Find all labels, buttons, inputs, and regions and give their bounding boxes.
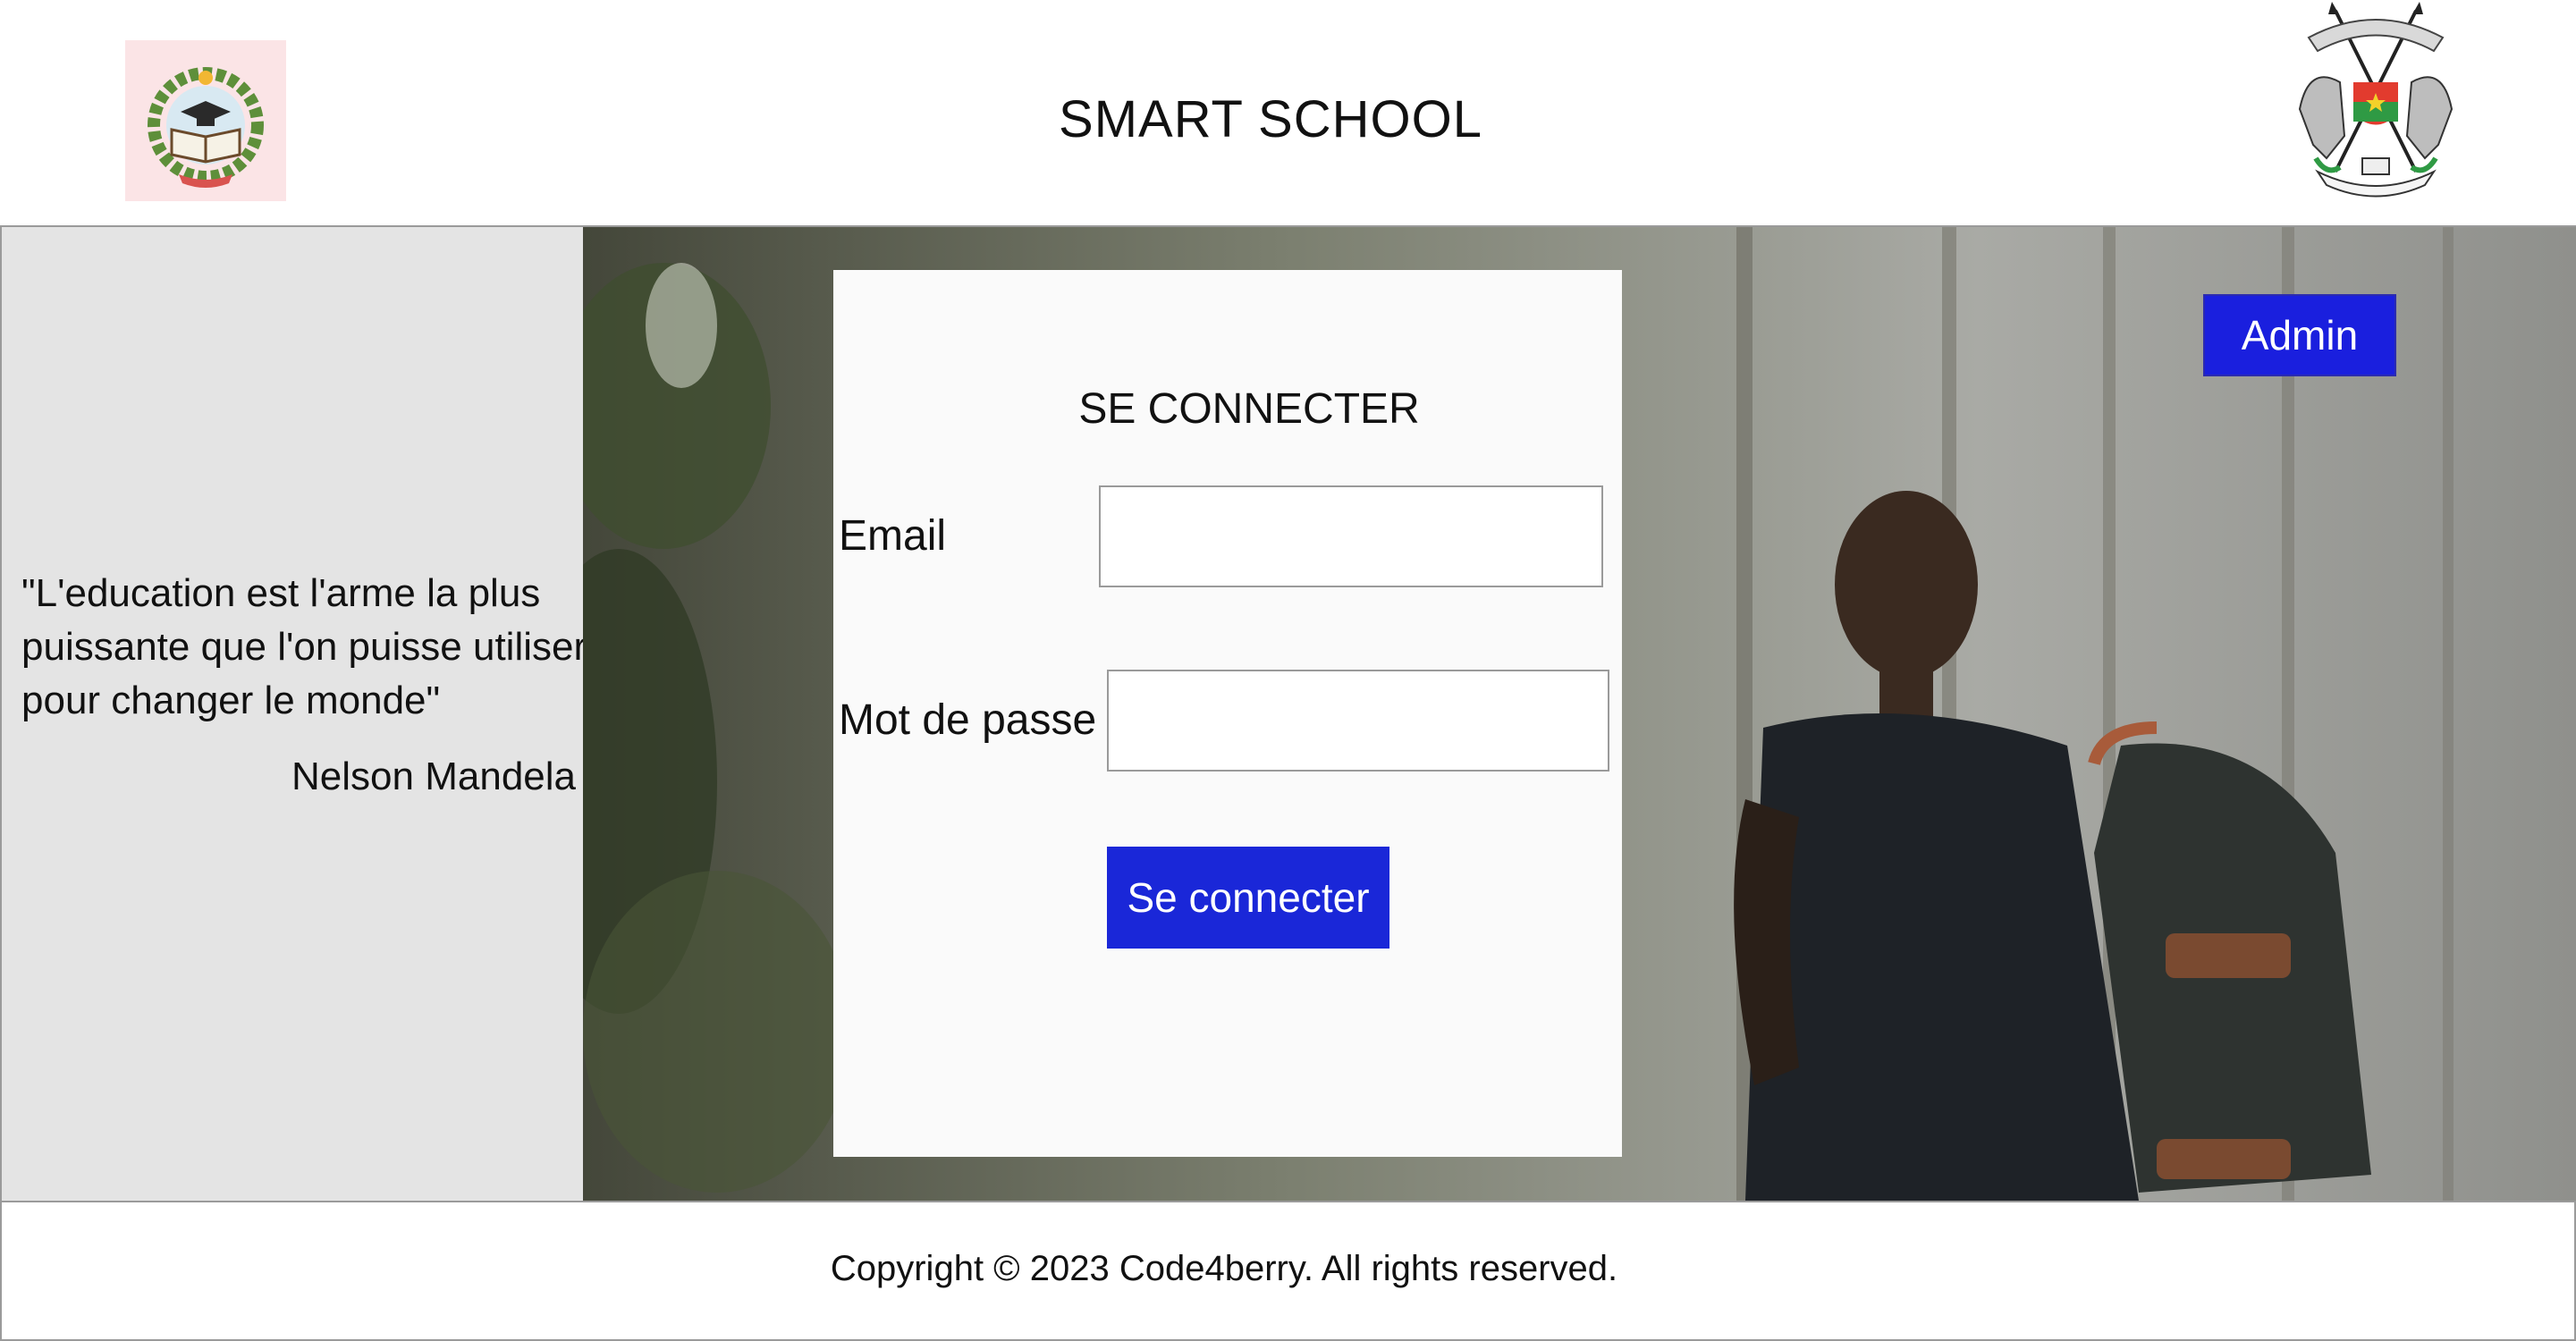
- coat-of-arms-logo: [2291, 2, 2461, 200]
- quote-author: Nelson Mandela: [291, 755, 576, 798]
- quote-text: "L'education est l'arme la plus puissant…: [21, 571, 587, 722]
- app-title: SMART SCHOOL: [1059, 90, 1482, 148]
- login-title: SE CONNECTER: [1078, 385, 1420, 433]
- email-field[interactable]: [1099, 485, 1603, 587]
- quote-panel: "L'education est l'arme la plus puissant…: [0, 227, 587, 1201]
- header: SMART SCHOOL: [0, 0, 2576, 225]
- admin-button[interactable]: Admin: [2203, 294, 2396, 376]
- password-label: Mot de passe: [839, 696, 1097, 744]
- footer: Copyright © 2023 Code4berry. All rights …: [0, 1202, 2576, 1341]
- login-button[interactable]: Se connecter: [1107, 847, 1389, 949]
- password-field[interactable]: [1107, 670, 1609, 772]
- copyright-text: Copyright © 2023 Code4berry. All rights …: [830, 1249, 1618, 1288]
- email-label: Email: [839, 512, 947, 560]
- login-card: SE CONNECTER Email Mot de passe Se conne…: [833, 270, 1622, 1157]
